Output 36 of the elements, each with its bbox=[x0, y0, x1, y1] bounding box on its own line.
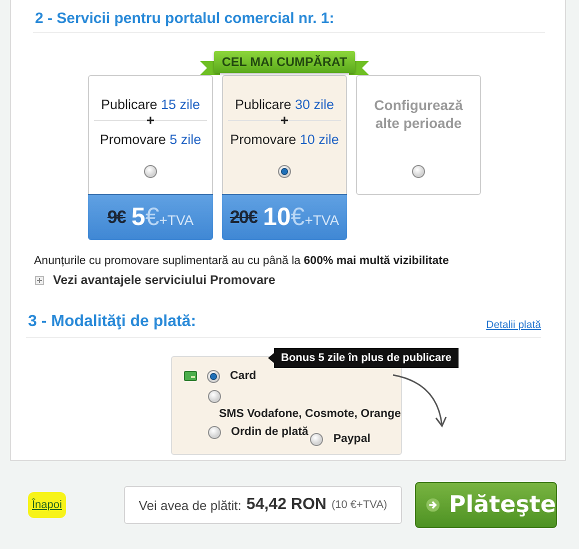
expand-link[interactable]: Vezi avantajele serviciului Promovare bbox=[53, 273, 276, 287]
plan-line: Promovare 10 zile bbox=[230, 132, 339, 147]
details-link[interactable]: Detalii plată bbox=[486, 319, 541, 331]
plan-line: Publicare 15 zile bbox=[100, 97, 200, 112]
plan-card[interactable]: Publicare 30 zile + Promovare 10 zile 20€ 10€+TVA bbox=[222, 75, 347, 240]
credit-card-icon bbox=[184, 371, 197, 381]
payment-option-label: Card bbox=[230, 370, 256, 382]
radio-button[interactable] bbox=[310, 432, 324, 446]
tooltip: Bonus 5 zile în plus de publicare bbox=[268, 348, 459, 368]
radio-button[interactable] bbox=[208, 426, 221, 438]
total-label: Vei avea de plătit: bbox=[138, 498, 242, 512]
total-amount: 54,42 RON bbox=[246, 496, 326, 514]
plan-line: Promovare 5 zile bbox=[100, 132, 202, 147]
radio-button[interactable] bbox=[278, 165, 291, 178]
pay-button[interactable]: Plăteşte bbox=[415, 482, 557, 528]
payment-option-label: Ordin de plată bbox=[231, 426, 308, 438]
total-note: (10 €+TVA) bbox=[331, 499, 388, 511]
old-price: 9€ bbox=[107, 207, 126, 228]
promo-note: Anunțurile cu promovare suplimentară au cu până la 600% mai multă vizibilitate bbox=[34, 255, 450, 267]
radio-button[interactable] bbox=[207, 370, 220, 382]
payment-option-label: SMS Vodafone, Cosmote, Orange bbox=[219, 408, 401, 420]
plan-card[interactable]: Configurează alte perioade bbox=[356, 75, 481, 195]
radio-button[interactable] bbox=[144, 165, 157, 178]
payment-option-label: Paypal bbox=[333, 433, 370, 445]
plan-card[interactable]: Publicare 15 zile + Promovare 5 zile 9€ 5€+TVA bbox=[88, 75, 213, 240]
radio-button[interactable] bbox=[208, 390, 221, 402]
section-heading: 2 - Servicii pentru portalul comercial nr. 1: bbox=[35, 10, 334, 27]
old-price: 20€ bbox=[230, 207, 257, 228]
radio-button[interactable] bbox=[412, 165, 425, 178]
plan-line: Publicare 30 zile bbox=[234, 97, 334, 112]
new-price: 5€+TVA bbox=[131, 203, 194, 232]
expand-icon[interactable] bbox=[35, 276, 44, 284]
custom-period-label: Configurează alte perioade bbox=[373, 96, 464, 132]
back-link[interactable]: Înapoi bbox=[28, 492, 66, 518]
new-price: 10€+TVA bbox=[262, 203, 340, 232]
section-heading: 3 - Modalităţi de plată: bbox=[28, 313, 196, 331]
